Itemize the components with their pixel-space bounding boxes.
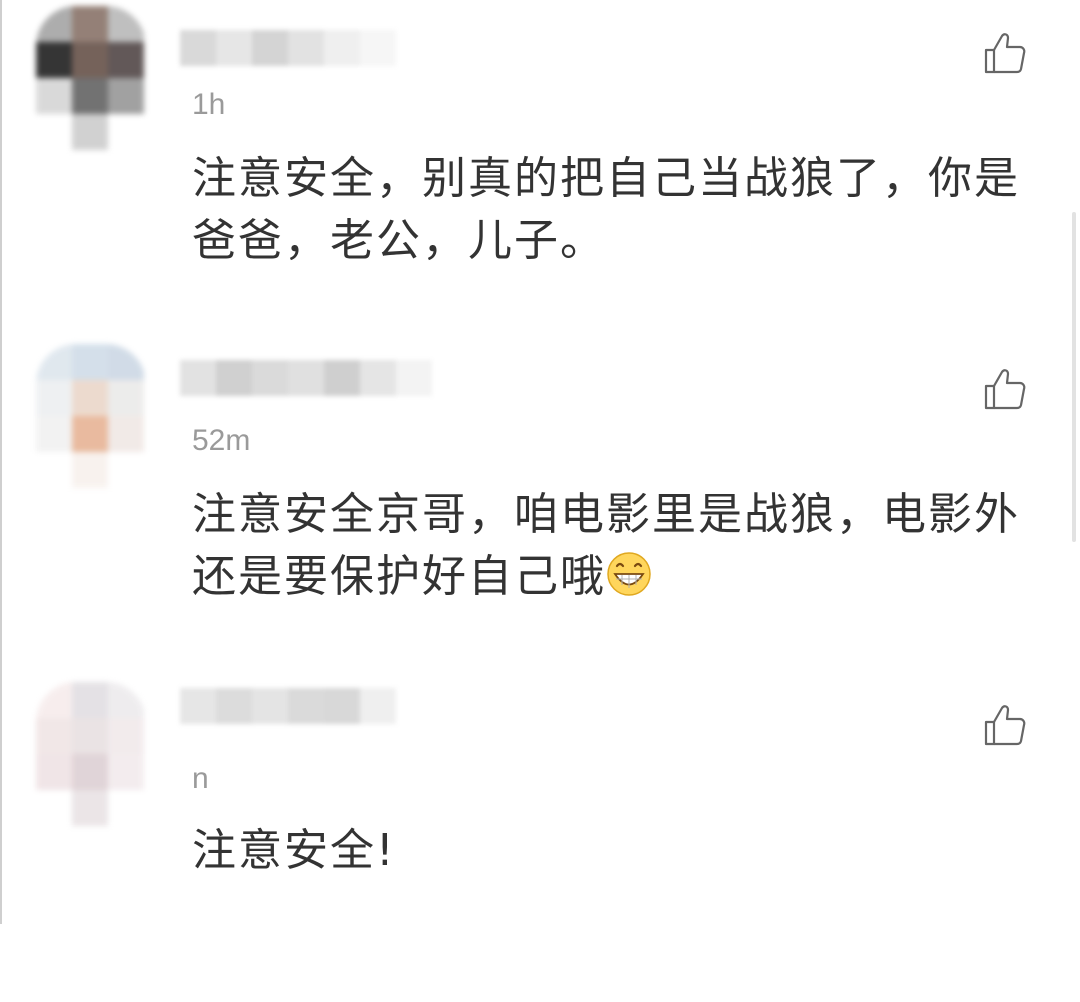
avatar-mosaic-cell <box>36 344 72 380</box>
avatar-mosaic-cell <box>108 78 144 114</box>
username-blurred[interactable] <box>180 30 396 66</box>
avatar-mosaic-cell <box>108 6 144 42</box>
avatar-mosaic-cell <box>108 42 144 78</box>
username-mosaic-cell <box>216 30 252 66</box>
avatar-mosaic-cell <box>72 718 108 754</box>
avatar-mosaic-cell <box>72 416 108 452</box>
comment-item: n 注意安全! <box>0 672 1080 1002</box>
avatar-mosaic-cell <box>72 114 108 150</box>
username-blurred[interactable] <box>180 360 432 396</box>
comment-text: 注意安全，别真的把自己当战狼了，你是爸爸，老公，儿子。 <box>192 153 1020 266</box>
avatar-mosaic-cell <box>72 380 108 416</box>
avatar-mosaic-cell <box>36 682 72 718</box>
thumbs-up-icon[interactable] <box>982 30 1028 76</box>
comment-item: 52m 注意安全京哥，咱电影里是战狼，电影外还是要保护好自己哦 <box>0 336 1080 666</box>
avatar-mosaic-cell <box>108 754 144 790</box>
username-blurred[interactable] <box>180 688 396 724</box>
username-mosaic-cell <box>324 30 360 66</box>
username-mosaic-cell <box>252 688 288 724</box>
thumbs-up-icon[interactable] <box>982 366 1028 412</box>
username-mosaic-cell <box>180 30 216 66</box>
comment-item: 1h 注意安全，别真的把自己当战狼了，你是爸爸，老公，儿子。 <box>0 0 1080 330</box>
comment-text: 注意安全! <box>192 825 396 876</box>
avatar[interactable] <box>36 344 146 504</box>
avatar-mosaic-cell <box>36 42 72 78</box>
avatar-mosaic-cell <box>72 344 108 380</box>
username-mosaic-cell <box>216 360 252 396</box>
avatar-mosaic-cell <box>36 114 72 150</box>
avatar-mosaic-cell <box>72 42 108 78</box>
avatar-mosaic-cell <box>36 78 72 114</box>
username-mosaic-cell <box>288 360 324 396</box>
username-mosaic-cell <box>180 688 216 724</box>
username-mosaic-cell <box>360 688 396 724</box>
avatar-mosaic-cell <box>72 6 108 42</box>
avatar-mosaic-cell <box>36 416 72 452</box>
username-mosaic-cell <box>252 30 288 66</box>
avatar-mosaic-cell <box>72 754 108 790</box>
username-mosaic-cell <box>288 30 324 66</box>
avatar-mosaic-cell <box>108 416 144 452</box>
avatar-mosaic-cell <box>108 718 144 754</box>
avatar-mosaic-cell <box>108 452 144 488</box>
avatar-mosaic-cell <box>36 790 72 826</box>
username-mosaic-cell <box>216 688 252 724</box>
avatar-mosaic-cell <box>36 380 72 416</box>
avatar-mosaic-cell <box>108 380 144 416</box>
grinning-face-emoji-icon <box>606 551 652 597</box>
username-mosaic-cell <box>396 360 432 396</box>
username-mosaic-cell <box>324 360 360 396</box>
avatar[interactable] <box>36 6 146 166</box>
avatar-mosaic-cell <box>72 452 108 488</box>
avatar-mosaic-cell <box>108 114 144 150</box>
avatar-mosaic-cell <box>36 754 72 790</box>
avatar-mosaic-cell <box>108 790 144 826</box>
username-mosaic-cell <box>360 360 396 396</box>
comment-timestamp: n <box>192 762 209 795</box>
username-mosaic-cell <box>288 688 324 724</box>
avatar-mosaic-cell <box>72 682 108 718</box>
avatar-mosaic-cell <box>72 790 108 826</box>
username-mosaic-cell <box>324 688 360 724</box>
avatar-mosaic-cell <box>108 682 144 718</box>
comment-text: 注意安全京哥，咱电影里是战狼，电影外还是要保护好自己哦 <box>192 484 1052 608</box>
username-mosaic-cell <box>360 30 396 66</box>
username-mosaic-cell <box>252 360 288 396</box>
comment-timestamp: 1h <box>192 88 226 121</box>
avatar-mosaic-cell <box>72 78 108 114</box>
avatar-mosaic-cell <box>36 6 72 42</box>
thumbs-up-icon[interactable] <box>982 702 1028 748</box>
username-mosaic-cell <box>180 360 216 396</box>
avatar-mosaic-cell <box>36 718 72 754</box>
avatar[interactable] <box>36 682 146 842</box>
comment-timestamp: 52m <box>192 424 251 457</box>
avatar-mosaic-cell <box>36 452 72 488</box>
avatar-mosaic-cell <box>108 344 144 380</box>
